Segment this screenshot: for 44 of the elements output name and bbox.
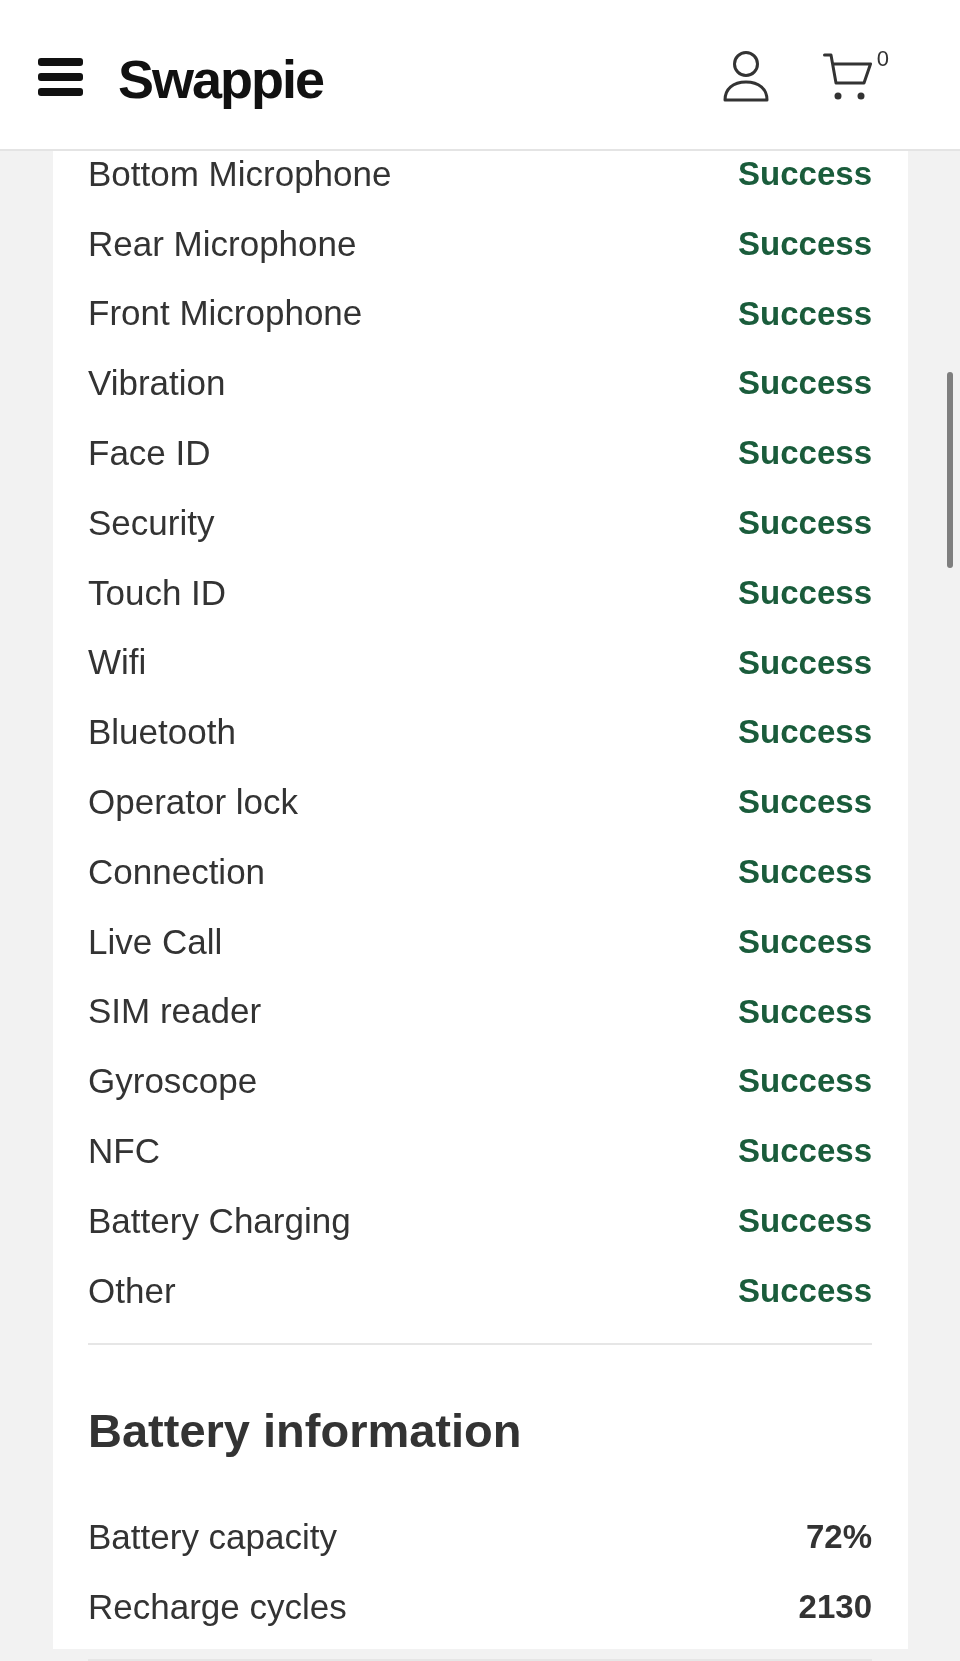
test-result: Success <box>738 642 872 683</box>
battery-label: Recharge cycles <box>88 1585 347 1628</box>
test-result: Success <box>738 1201 872 1241</box>
battery-value: 72% <box>805 1517 872 1557</box>
test-name: NFC <box>88 1130 160 1173</box>
test-name: Wifi <box>88 641 147 684</box>
cart-icon[interactable] <box>822 53 872 100</box>
test-result: Success <box>738 921 872 962</box>
test-result: Success <box>738 154 872 194</box>
test-name: Live Call <box>88 920 223 963</box>
test-name: Security <box>88 501 215 544</box>
battery-label: Battery capacity <box>88 1515 337 1558</box>
menu-icon[interactable] <box>38 57 83 96</box>
test-name: Operator lock <box>88 781 299 824</box>
test-result: Success <box>738 1131 872 1171</box>
test-result: Success <box>738 852 872 892</box>
test-result: Success <box>738 293 872 334</box>
test-result: Success <box>738 503 872 543</box>
test-result: Success <box>738 572 872 613</box>
test-result: Success <box>738 782 872 822</box>
user-icon[interactable] <box>722 51 769 102</box>
test-name: Vibration <box>88 362 226 405</box>
section-heading: Battery information <box>88 1403 523 1460</box>
test-name: Other <box>88 1269 176 1312</box>
test-name: SIM reader <box>88 990 262 1033</box>
test-name: Bottom Microphone <box>88 152 392 195</box>
test-result: Success <box>738 1061 872 1102</box>
test-name: Face ID <box>88 432 211 475</box>
test-result: Success <box>738 1270 872 1311</box>
test-name: Touch ID <box>88 571 227 614</box>
cart-count: 0 <box>876 48 889 70</box>
test-result: Success <box>738 433 872 473</box>
test-result: Success <box>738 991 872 1032</box>
test-result: Success <box>738 223 872 264</box>
scrollbar-thumb[interactable] <box>947 372 953 568</box>
test-result: Success <box>738 712 872 753</box>
test-name: Battery Charging <box>88 1199 351 1242</box>
test-name: Front Microphone <box>88 292 363 335</box>
test-result: Success <box>738 363 872 404</box>
test-name: Bluetooth <box>88 711 236 754</box>
test-name: Gyroscope <box>88 1060 258 1103</box>
test-name: Connection <box>88 850 266 893</box>
test-name: Rear Microphone <box>88 222 357 265</box>
battery-value: 2130 <box>798 1586 872 1627</box>
